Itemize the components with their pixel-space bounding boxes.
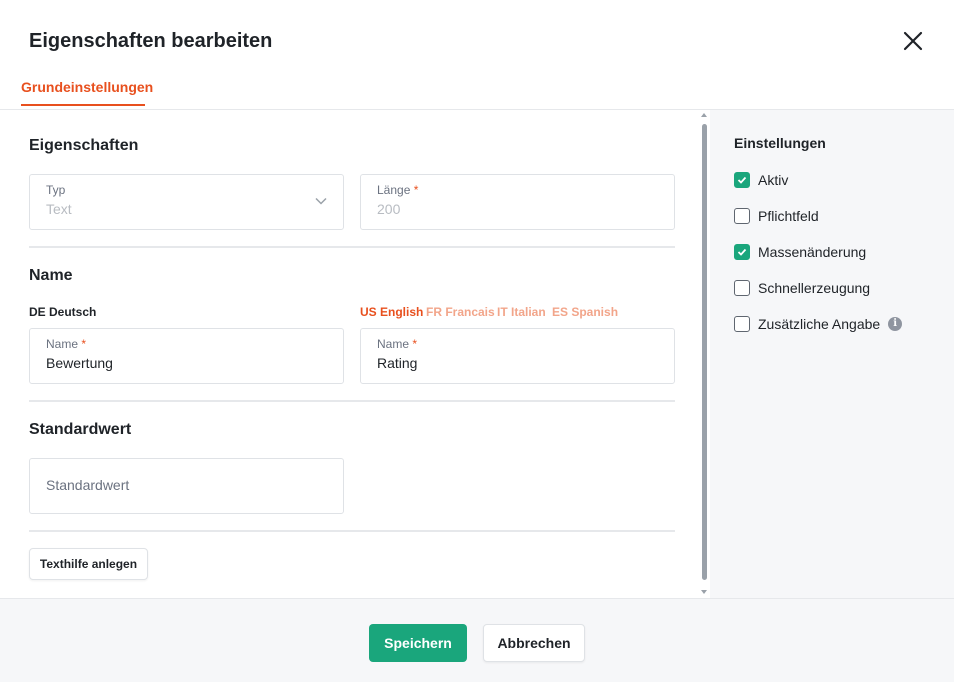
divider bbox=[29, 530, 675, 532]
checkmark-icon bbox=[737, 176, 747, 184]
type-value: Text bbox=[46, 201, 72, 217]
type-select[interactable]: Typ Text bbox=[29, 174, 344, 230]
checkbox-label: Aktiv bbox=[758, 172, 789, 188]
name-section-title: Name bbox=[29, 267, 73, 284]
length-value: 200 bbox=[377, 201, 401, 217]
checkbox-schnellerzeugung[interactable]: Schnellerzeugung bbox=[734, 278, 870, 298]
scrollbar-thumb[interactable] bbox=[702, 124, 707, 580]
checkbox-label: Zusätzliche Angabe bbox=[758, 316, 881, 332]
name-en-field[interactable]: Name * Rating bbox=[360, 328, 675, 384]
checkbox-aktiv[interactable]: Aktiv bbox=[734, 170, 788, 190]
info-icon[interactable]: i bbox=[888, 317, 903, 331]
settings-title: Einstellungen bbox=[734, 135, 826, 151]
save-button[interactable]: Speichern bbox=[369, 624, 467, 662]
divider bbox=[29, 400, 675, 402]
length-label: Länge * bbox=[377, 183, 419, 197]
checkbox-label: Massenänderung bbox=[758, 244, 867, 260]
name-en-label: Name * bbox=[377, 337, 418, 351]
settings-sidebar: Einstellungen Aktiv Pflichtfeld Massenän… bbox=[710, 110, 954, 598]
name-en-value: Rating bbox=[377, 355, 418, 371]
language-tab-it[interactable]: IT Italian bbox=[497, 305, 546, 319]
close-icon bbox=[903, 31, 923, 51]
default-value-section-title: Standardwert bbox=[29, 421, 132, 438]
dialog-header: Eigenschaften bearbeiten Grundeinstellun… bbox=[0, 0, 954, 110]
checkbox[interactable] bbox=[734, 244, 750, 260]
dialog-title: Eigenschaften bearbeiten bbox=[29, 30, 273, 52]
language-de-label: DE Deutsch bbox=[29, 305, 97, 319]
length-field[interactable]: Länge * 200 bbox=[360, 174, 675, 230]
cancel-button[interactable]: Abbrechen bbox=[483, 624, 585, 662]
scroll-down-arrow-icon[interactable] bbox=[701, 590, 707, 594]
type-label: Typ bbox=[46, 183, 66, 197]
divider bbox=[29, 246, 675, 248]
checkmark-icon bbox=[737, 248, 747, 256]
close-button[interactable] bbox=[900, 28, 926, 54]
checkbox-label: Schnellerzeugung bbox=[758, 280, 871, 296]
language-tab-en[interactable]: US English bbox=[360, 305, 423, 319]
checkbox[interactable] bbox=[734, 316, 750, 332]
name-de-label: Name * bbox=[46, 337, 87, 351]
checkbox-pflichtfeld[interactable]: Pflichtfeld bbox=[734, 206, 819, 226]
scroll-up-arrow-icon[interactable] bbox=[701, 113, 707, 117]
dialog-footer: Speichern Abbrechen bbox=[0, 598, 954, 682]
add-text-help-button[interactable]: Texthilfe anlegen bbox=[29, 548, 148, 580]
checkbox-massenaenderung[interactable]: Massenänderung bbox=[734, 242, 866, 262]
name-de-field[interactable]: Name * Bewertung bbox=[29, 328, 344, 384]
language-tab-es[interactable]: ES Spanish bbox=[552, 305, 618, 319]
checkbox-zusaetzliche-angabe[interactable]: Zusätzliche Angabe i bbox=[734, 314, 903, 334]
checkbox-label: Pflichtfeld bbox=[758, 208, 819, 224]
default-value-input[interactable]: Standardwert bbox=[29, 458, 344, 514]
name-de-value: Bewertung bbox=[46, 355, 113, 371]
default-value-placeholder: Standardwert bbox=[46, 477, 130, 493]
checkbox[interactable] bbox=[734, 172, 750, 188]
tab-grundeinstellungen[interactable]: Grundeinstellungen bbox=[21, 79, 153, 106]
language-tab-fr[interactable]: FR Francais bbox=[426, 305, 495, 319]
properties-section-title: Eigenschaften bbox=[29, 137, 139, 154]
chevron-down-icon bbox=[315, 197, 327, 205]
checkbox[interactable] bbox=[734, 208, 750, 224]
checkbox[interactable] bbox=[734, 280, 750, 296]
